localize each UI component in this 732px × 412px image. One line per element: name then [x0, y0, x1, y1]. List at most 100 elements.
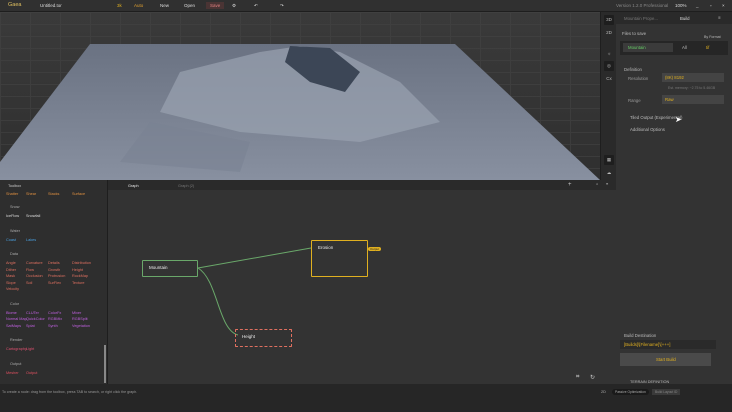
toolbox-item[interactable]: Mesher	[6, 371, 19, 375]
toolbox-item[interactable]: SurFlex	[48, 281, 61, 285]
app-menu[interactable]: Gaea	[8, 2, 21, 8]
start-build-button[interactable]: Start Build	[620, 353, 711, 366]
graph-editor[interactable]: Graph Graph (2) + ⌂ ≡ Mountain Erosion O…	[108, 180, 616, 384]
2d-view-button[interactable]: 2D	[604, 28, 614, 38]
status-hint: To create a node: drag from the toolbox,…	[2, 390, 138, 394]
toolbox-item[interactable]: Mask	[6, 274, 15, 278]
toolbox-item[interactable]: CLUTer	[26, 311, 39, 315]
toolbox-item[interactable]: Flow	[26, 268, 34, 272]
toolbox-item[interactable]: Lakes	[26, 238, 36, 242]
build-layout-toggle[interactable]: Build Layout ID	[652, 389, 681, 395]
passive-optimization-toggle[interactable]: Passive Optimization	[612, 389, 649, 395]
tab-build[interactable]: Build	[680, 16, 690, 21]
toolbox-item[interactable]: QuickColor	[26, 317, 45, 321]
mountain-node[interactable]: Mountain	[142, 260, 198, 277]
toolbox-section-header[interactable]: Water	[10, 229, 20, 233]
toolbox-item[interactable]: Dither	[6, 268, 16, 272]
toolbox-item[interactable]: Shatter	[6, 192, 18, 196]
toolbox-item[interactable]: Mixer	[72, 311, 81, 315]
output-tag: Output	[368, 247, 382, 251]
zoom-dropdown[interactable]: 100%	[675, 3, 687, 8]
menu-icon[interactable]: ≡	[718, 15, 721, 20]
lighting-icon[interactable]: ◎	[604, 61, 614, 71]
toolbox-section-header[interactable]: Output	[10, 362, 21, 366]
save-button[interactable]: Save	[206, 2, 225, 9]
terrain-mesh	[0, 44, 600, 180]
toolbox-section-header[interactable]: Snow	[10, 205, 20, 209]
3d-view-button[interactable]: 3D	[604, 15, 614, 25]
toolbox-item[interactable]: Normal Map	[6, 317, 27, 321]
title-bar: Gaea Untitled.tor 3k Auto New Open Save …	[0, 0, 732, 12]
range-dropdown[interactable]: Raw	[662, 95, 724, 104]
toolbox-item[interactable]: Height	[72, 268, 83, 272]
auto-dropdown[interactable]: Auto	[134, 3, 143, 8]
3d-viewport[interactable]	[0, 12, 600, 180]
toolbox-item[interactable]: Details	[48, 261, 60, 265]
toolbox-item[interactable]: Splat	[26, 324, 35, 328]
toolbox-item[interactable]: Curvature	[26, 261, 43, 265]
toolbox-item[interactable]: SatMaps	[6, 324, 21, 328]
toolbox-item[interactable]: Angle	[6, 261, 16, 265]
new-button[interactable]: New	[160, 3, 169, 8]
undo-icon[interactable]: ↶	[254, 3, 258, 9]
open-button[interactable]: Open	[184, 3, 195, 8]
toolbox-item[interactable]: ColorFx	[48, 311, 61, 315]
files-to-save-header[interactable]: Files to save	[622, 31, 646, 36]
toolbox-item[interactable]: Snowfall	[26, 214, 40, 218]
toolbox-item[interactable]: Distribution	[72, 261, 91, 265]
toolbox-scrollbar[interactable]	[104, 345, 106, 383]
grid-icon[interactable]: ▦	[604, 155, 614, 165]
toolbox-item[interactable]: Occlusion	[26, 274, 43, 278]
toolbox-item[interactable]: RockMap	[72, 274, 88, 278]
toolbox-item[interactable]: Soil	[26, 281, 32, 285]
cloud-icon[interactable]: ☁	[604, 168, 614, 178]
toolbox-section-header[interactable]: Data	[10, 252, 18, 256]
redo-icon[interactable]: ↷	[280, 3, 284, 9]
estimated-memory: Est. memory: ~2.75 to 5.46GB	[668, 86, 716, 90]
build-destination-field[interactable]: [Builds]\[Filename]\[+++]	[620, 340, 716, 349]
toolbox-item[interactable]: RGBMix	[48, 317, 62, 321]
toolbox-title: Toolbox	[8, 184, 22, 188]
toolbox-section-header[interactable]: Render	[10, 338, 22, 342]
additional-options-section[interactable]: Additional Options	[630, 127, 665, 132]
toolbox-item[interactable]: Protrusion	[48, 274, 65, 278]
toolbox-item[interactable]: Coast	[6, 238, 16, 242]
toolbox-panel: Toolbox Shatter Shear Stacks Surface Snow Ice…	[0, 180, 108, 389]
erosion-node[interactable]: Erosion	[311, 240, 368, 277]
by-format-dropdown[interactable]: By Format	[704, 35, 721, 39]
settings-icon[interactable]: ⚙	[232, 3, 236, 9]
toolbox-item[interactable]: Cartography	[6, 347, 27, 351]
file-format-dropdown[interactable]: tif	[706, 45, 709, 50]
sun-icon[interactable]: ☼	[604, 49, 614, 59]
maximize-icon[interactable]: ▫	[710, 3, 712, 8]
close-icon[interactable]: ×	[722, 3, 725, 8]
toolbox-item[interactable]: Surface	[72, 192, 85, 196]
toolbox-item[interactable]: Slope	[6, 281, 16, 285]
file-name-field[interactable]: Mountain	[628, 45, 646, 50]
toolbox-item[interactable]: Shear	[26, 192, 36, 196]
toolbox-item[interactable]: IceFlow	[6, 214, 19, 218]
refresh-icon[interactable]: ↻	[590, 374, 595, 381]
toolbox-item[interactable]: RGBSplit	[72, 317, 88, 321]
minimize-icon[interactable]: _	[696, 3, 699, 8]
fit-view-icon[interactable]: ⌗	[576, 374, 579, 381]
tab-mountain-properties[interactable]: Mountain Prope...	[624, 16, 658, 21]
cx-button[interactable]: Cx	[604, 74, 614, 84]
toolbox-item[interactable]: Vegetation	[72, 324, 90, 328]
toolbox-item[interactable]: Output	[26, 371, 37, 375]
toolbox-item[interactable]: Stacks	[48, 192, 59, 196]
toolbox-item[interactable]: Biome	[6, 311, 17, 315]
toolbox-item[interactable]: Synth	[48, 324, 58, 328]
definition-header[interactable]: Definition	[624, 67, 642, 72]
toolbox-item[interactable]: Velocity	[6, 287, 19, 291]
toolbox-section-header[interactable]: Color	[10, 302, 19, 306]
toolbox-item[interactable]: Texture	[72, 281, 84, 285]
version-label: Version 1.2.0 Professional	[616, 3, 669, 8]
resolution-dropdown[interactable]: (8K) 8192	[662, 73, 724, 82]
toolbox-item[interactable]: Growth	[48, 268, 60, 272]
toolbox-item[interactable]: Light	[26, 347, 34, 351]
status-2d[interactable]: 2D	[601, 390, 606, 394]
mode-dropdown[interactable]: 3k	[117, 3, 122, 8]
properties-panel: Mountain Prope... Build ≡ Files to save …	[616, 12, 732, 384]
height-node[interactable]: Height	[235, 329, 292, 347]
